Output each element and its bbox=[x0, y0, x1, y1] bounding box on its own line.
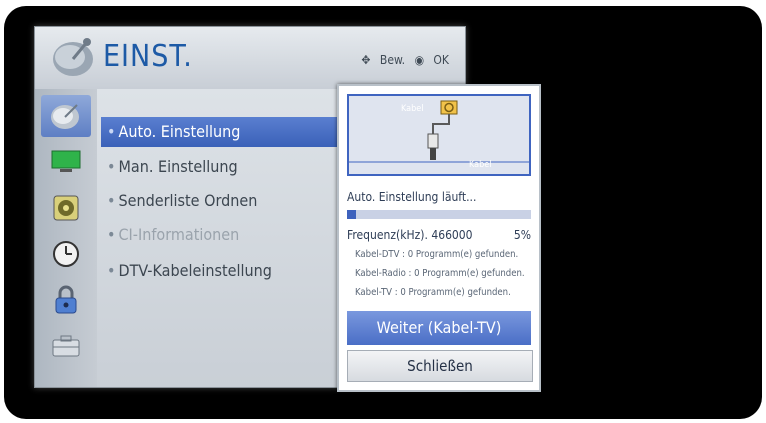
speaker-icon bbox=[53, 195, 79, 221]
page-title: EINST. bbox=[103, 39, 193, 74]
sidebar-item-time[interactable] bbox=[41, 233, 91, 275]
tv-screen: EINST. ✥ Bew. ◉ OK • Auto. Einstellung •… bbox=[4, 6, 762, 419]
sidebar-item-lock[interactable] bbox=[41, 279, 91, 321]
menu-item-label: CI-Informationen bbox=[118, 225, 240, 244]
sidebar-item-options[interactable] bbox=[41, 325, 91, 367]
lock-icon bbox=[55, 285, 77, 314]
ok-button-icon: ◉ bbox=[414, 53, 424, 67]
clock-icon bbox=[53, 241, 79, 267]
menu-item-label: DTV-Kabeleinstellung bbox=[118, 261, 272, 280]
frequency-value: Frequenz(kHz). 466000 bbox=[347, 228, 473, 242]
scan-progress-bar bbox=[347, 210, 531, 219]
satellite-icon bbox=[51, 104, 79, 129]
result-tv: Kabel-TV : 0 Programm(e) gefunden. bbox=[355, 287, 511, 298]
illustration-connector-label: Kabel bbox=[469, 160, 492, 170]
menu-header: EINST. ✥ Bew. ◉ OK bbox=[35, 27, 465, 89]
result-radio: Kabel-Radio : 0 Programm(e) gefunden. bbox=[355, 268, 525, 279]
category-sidebar bbox=[35, 89, 97, 387]
sidebar-item-audio[interactable] bbox=[41, 187, 91, 229]
remote-hints: ✥ Bew. ◉ OK bbox=[355, 53, 449, 67]
frequency-row: Frequenz(kHz). 466000 5% bbox=[347, 228, 531, 242]
progress-percent: 5% bbox=[513, 228, 531, 242]
cable-connection-illustration: Kabel Kabel bbox=[347, 94, 531, 176]
cable-plug-icon bbox=[349, 100, 529, 163]
sidebar-item-setup[interactable] bbox=[41, 95, 91, 137]
menu-item-label: Man. Einstellung bbox=[118, 157, 238, 176]
menu-item-label: Auto. Einstellung bbox=[118, 122, 241, 141]
toolbox-icon bbox=[52, 335, 80, 357]
scan-status: Auto. Einstellung läuft... bbox=[347, 190, 477, 204]
move-arrows-icon: ✥ bbox=[361, 53, 371, 67]
continue-button[interactable]: Weiter (Kabel-TV) bbox=[347, 311, 531, 345]
auto-tuning-dialog: Kabel Kabel Auto. Einstellung läuft... F… bbox=[337, 84, 541, 392]
sidebar-item-picture[interactable] bbox=[41, 141, 91, 183]
satellite-dish-icon bbox=[53, 38, 93, 76]
result-dtv: Kabel-DTV : 0 Programm(e) gefunden. bbox=[355, 249, 519, 260]
menu-item-label: Senderliste Ordnen bbox=[118, 191, 258, 210]
hint-ok: OK bbox=[433, 53, 449, 67]
scan-progress-fill bbox=[347, 210, 357, 219]
hint-move: Bew. bbox=[379, 53, 406, 67]
close-button[interactable]: Schließen bbox=[347, 350, 533, 382]
tv-screen-icon bbox=[51, 150, 81, 172]
